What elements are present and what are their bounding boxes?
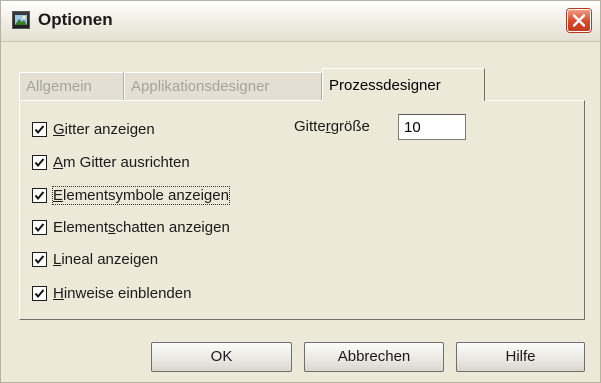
checkbox-am-gitter-ausrichten[interactable] [32,154,47,170]
tab-prozessdesigner[interactable]: Prozessdesigner [322,68,485,101]
close-button[interactable] [567,9,591,32]
option-am-gitter-ausrichten[interactable]: Am Gitter ausrichten [32,152,190,172]
option-label: Hinweise einblenden [53,284,192,302]
option-hinweise-einblenden[interactable]: Hinweise einblenden [32,283,191,303]
checkmark-icon [34,222,45,232]
title-bar[interactable]: Optionen [1,1,600,42]
checkbox-elementschatten-anzeigen[interactable] [32,219,47,235]
option-elementsymbole-anzeigen[interactable]: Elementsymbole anzeigen [32,185,230,205]
option-lineal-anzeigen[interactable]: Lineal anzeigen [32,249,158,269]
help-button[interactable]: Hilfe [456,342,585,372]
ok-button[interactable]: OK [151,342,292,372]
app-icon [12,11,30,29]
option-gitter-anzeigen[interactable]: Gitter anzeigen [32,119,155,139]
cancel-button[interactable]: Abbrechen [304,342,444,372]
option-label: Gitter anzeigen [53,120,155,138]
checkmark-icon [34,288,45,298]
checkmark-icon [34,157,45,167]
tab-allgemein[interactable]: Allgemein [19,72,124,100]
option-elementschatten-anzeigen[interactable]: Elementschatten anzeigen [32,217,230,237]
close-icon [573,14,585,27]
option-label: Am Gitter ausrichten [53,153,190,171]
option-label: Elementsymbole anzeigen [52,185,230,205]
checkbox-hinweise-einblenden[interactable] [32,285,47,301]
tab-label: Allgemein [26,78,92,95]
checkbox-gitter-anzeigen[interactable] [32,121,47,137]
tab-applikationsdesigner[interactable]: Applikationsdesigner [124,72,322,100]
option-label: Lineal anzeigen [53,250,159,268]
tab-label: Applikationsdesigner [131,78,270,95]
tab-label: Prozessdesigner [329,77,441,94]
checkmark-icon [34,190,45,200]
window-title: Optionen [38,10,113,29]
checkmark-icon [34,254,45,264]
checkmark-icon [34,124,45,134]
grid-size-input[interactable] [398,114,466,140]
options-dialog: Optionen Allgemein Applikationsdesigner … [0,0,601,383]
checkbox-elementsymbole-anzeigen[interactable] [32,187,47,203]
checkbox-lineal-anzeigen[interactable] [32,251,47,267]
grid-size-label: Gittergröße [294,118,370,135]
option-label: Elementschatten anzeigen [53,218,230,236]
